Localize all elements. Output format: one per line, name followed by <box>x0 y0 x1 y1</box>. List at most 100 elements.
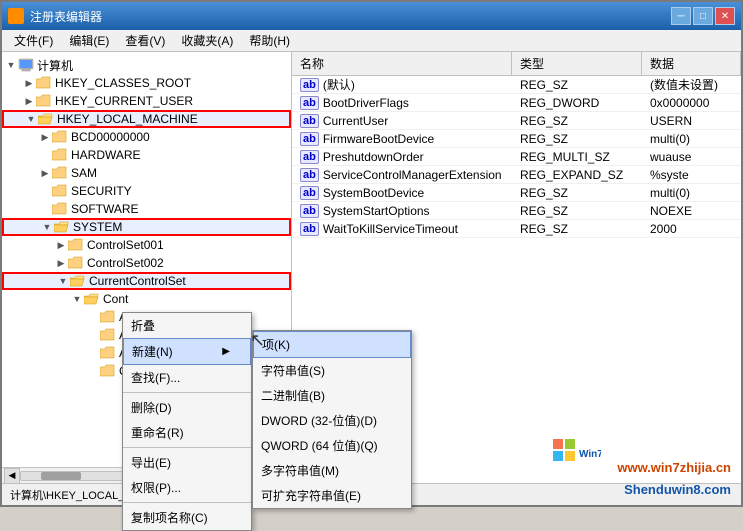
folder-icon <box>52 184 68 198</box>
folder-icon <box>52 202 68 216</box>
folder-icon <box>68 238 84 252</box>
context-menu-overlay: 折叠 新建(N) ▶ 查找(F)... 删除(D) 重命名(R) 导出(E) 权… <box>122 312 412 531</box>
tree-item-software[interactable]: SOFTWARE <box>2 200 291 218</box>
folder-icon-open <box>54 220 70 234</box>
tree-item-sam[interactable]: ▶ SAM <box>2 164 291 182</box>
cell-name: ab PreshutdownOrder <box>292 149 512 165</box>
submenu[interactable]: 项(K) 字符串值(S) 二进制值(B) DWORD (32-位值)(D) QW… <box>252 330 412 509</box>
col-header-type[interactable]: 类型 <box>512 52 642 75</box>
minimize-button[interactable]: ─ <box>671 7 691 25</box>
menu-view[interactable]: 查看(V) <box>117 30 173 51</box>
menu-separator <box>123 447 251 448</box>
menu-edit[interactable]: 编辑(E) <box>61 30 117 51</box>
cell-type: REG_DWORD <box>512 95 642 111</box>
tree-label-controlset001: ControlSet001 <box>87 238 164 252</box>
table-row[interactable]: ab (默认) REG_SZ (数值未设置) <box>292 76 741 94</box>
computer-icon <box>18 58 34 72</box>
context-menu-permissions[interactable]: 权限(P)... <box>123 475 251 500</box>
cell-data: 0x0000000 <box>642 95 741 111</box>
table-row[interactable]: ab ServiceControlManagerExtension REG_EX… <box>292 166 741 184</box>
submenu-item-expandstring[interactable]: 可扩充字符串值(E) <box>253 483 411 508</box>
folder-icon <box>68 256 84 270</box>
submenu-item-qword[interactable]: QWORD (64 位值)(Q) <box>253 433 411 458</box>
tree-item-hkey-local[interactable]: ▼ HKEY_LOCAL_MACHINE <box>2 110 291 128</box>
context-menu[interactable]: 折叠 新建(N) ▶ 查找(F)... 删除(D) 重命名(R) 导出(E) 权… <box>122 312 252 531</box>
submenu-item-string[interactable]: 字符串值(S) <box>253 358 411 383</box>
menu-file[interactable]: 文件(F) <box>6 30 61 51</box>
scroll-left-button[interactable]: ◀ <box>4 468 20 484</box>
submenu-item-dword[interactable]: DWORD (32-位值)(D) <box>253 408 411 433</box>
tree-item-hardware[interactable]: HARDWARE <box>2 146 291 164</box>
reg-value-icon: ab <box>300 204 319 218</box>
menu-separator <box>123 502 251 503</box>
tree-label-system: SYSTEM <box>73 220 122 234</box>
cell-type: REG_SZ <box>512 77 642 93</box>
menu-favorites[interactable]: 收藏夹(A) <box>173 30 241 51</box>
title-bar: 注册表编辑器 ─ □ ✕ <box>2 2 741 30</box>
table-row[interactable]: ab BootDriverFlags REG_DWORD 0x0000000 <box>292 94 741 112</box>
reg-value-icon: ab <box>300 132 319 146</box>
cell-name: ab FirmwareBootDevice <box>292 131 512 147</box>
tree-item-controlset001[interactable]: ▶ ControlSet001 <box>2 236 291 254</box>
tree-label-currentcontrolset: CurrentControlSet <box>89 274 186 288</box>
tree-label-controlset002: ControlSet002 <box>87 256 164 270</box>
watermark-1: www.win7zhijia.cn <box>617 460 731 475</box>
tree-item-hkey-classes[interactable]: ▶ HKEY_CLASSES_ROOT <box>2 74 291 92</box>
tree-label-hkey-local: HKEY_LOCAL_MACHINE <box>57 112 198 126</box>
cell-data: (数值未设置) <box>642 76 741 94</box>
tree-label-software: SOFTWARE <box>71 202 139 216</box>
cell-type: REG_MULTI_SZ <box>512 149 642 165</box>
tree-item-bcd[interactable]: ▶ BCD00000000 <box>2 128 291 146</box>
maximize-button[interactable]: □ <box>693 7 713 25</box>
menu-help[interactable]: 帮助(H) <box>241 30 298 51</box>
folder-icon <box>100 346 116 360</box>
context-menu-export[interactable]: 导出(E) <box>123 450 251 475</box>
tree-item-security[interactable]: SECURITY <box>2 182 291 200</box>
window-controls: ─ □ ✕ <box>671 7 735 25</box>
table-row[interactable]: ab SystemStartOptions REG_SZ NOEXE <box>292 202 741 220</box>
cell-type: REG_SZ <box>512 131 642 147</box>
col-header-name[interactable]: 名称 <box>292 52 512 75</box>
cell-type: REG_SZ <box>512 113 642 129</box>
win7-logo: Win7 <box>551 437 601 480</box>
window-title: 注册表编辑器 <box>30 8 671 25</box>
expand-icon: ▼ <box>40 220 54 234</box>
expand-icon: ▼ <box>56 274 70 288</box>
table-row[interactable]: ab FirmwareBootDevice REG_SZ multi(0) <box>292 130 741 148</box>
table-row[interactable]: ab SystemBootDevice REG_SZ multi(0) <box>292 184 741 202</box>
tree-item-currentcontrolset[interactable]: ▼ CurrentControlSet <box>2 272 291 290</box>
scroll-thumb[interactable] <box>41 472 81 480</box>
context-menu-copy[interactable]: 复制项名称(C) <box>123 505 251 530</box>
context-menu-collapse[interactable]: 折叠 <box>123 313 251 338</box>
tree-item-computer[interactable]: ▼ 计算机 <box>2 56 291 74</box>
folder-icon <box>52 148 68 162</box>
cell-type: REG_SZ <box>512 221 642 237</box>
reg-value-icon: ab <box>300 168 319 182</box>
context-menu-find[interactable]: 查找(F)... <box>123 365 251 390</box>
expand-icon <box>86 328 100 342</box>
table-row[interactable]: ab WaitToKillServiceTimeout REG_SZ 2000 <box>292 220 741 238</box>
menu-bar: 文件(F) 编辑(E) 查看(V) 收藏夹(A) 帮助(H) <box>2 30 741 52</box>
table-row[interactable]: ab PreshutdownOrder REG_MULTI_SZ wuause <box>292 148 741 166</box>
context-menu-rename[interactable]: 重命名(R) <box>123 420 251 445</box>
reg-value-icon: ab <box>300 114 319 128</box>
submenu-item-binary[interactable]: 二进制值(B) <box>253 383 411 408</box>
expand-icon: ▼ <box>4 58 18 72</box>
tree-item-controlset002[interactable]: ▶ ControlSet002 <box>2 254 291 272</box>
expand-icon: ▶ <box>38 166 52 180</box>
submenu-item-key[interactable]: 项(K) <box>253 331 411 358</box>
close-button[interactable]: ✕ <box>715 7 735 25</box>
tree-item-hkey-current[interactable]: ▶ HKEY_CURRENT_USER <box>2 92 291 110</box>
expand-icon: ▶ <box>38 130 52 144</box>
col-header-data[interactable]: 数据 <box>642 52 741 75</box>
tree-label-hardware: HARDWARE <box>71 148 141 162</box>
submenu-item-multistring[interactable]: 多字符串值(M) <box>253 458 411 483</box>
tree-label-hkey-current: HKEY_CURRENT_USER <box>55 94 193 108</box>
expand-icon <box>38 148 52 162</box>
reg-value-icon: ab <box>300 78 319 92</box>
tree-item-cont[interactable]: ▼ Cont <box>2 290 291 308</box>
table-row[interactable]: ab CurrentUser REG_SZ USERN <box>292 112 741 130</box>
context-menu-new[interactable]: 新建(N) ▶ <box>123 338 251 365</box>
context-menu-delete[interactable]: 删除(D) <box>123 395 251 420</box>
tree-item-system[interactable]: ▼ SYSTEM <box>2 218 291 236</box>
